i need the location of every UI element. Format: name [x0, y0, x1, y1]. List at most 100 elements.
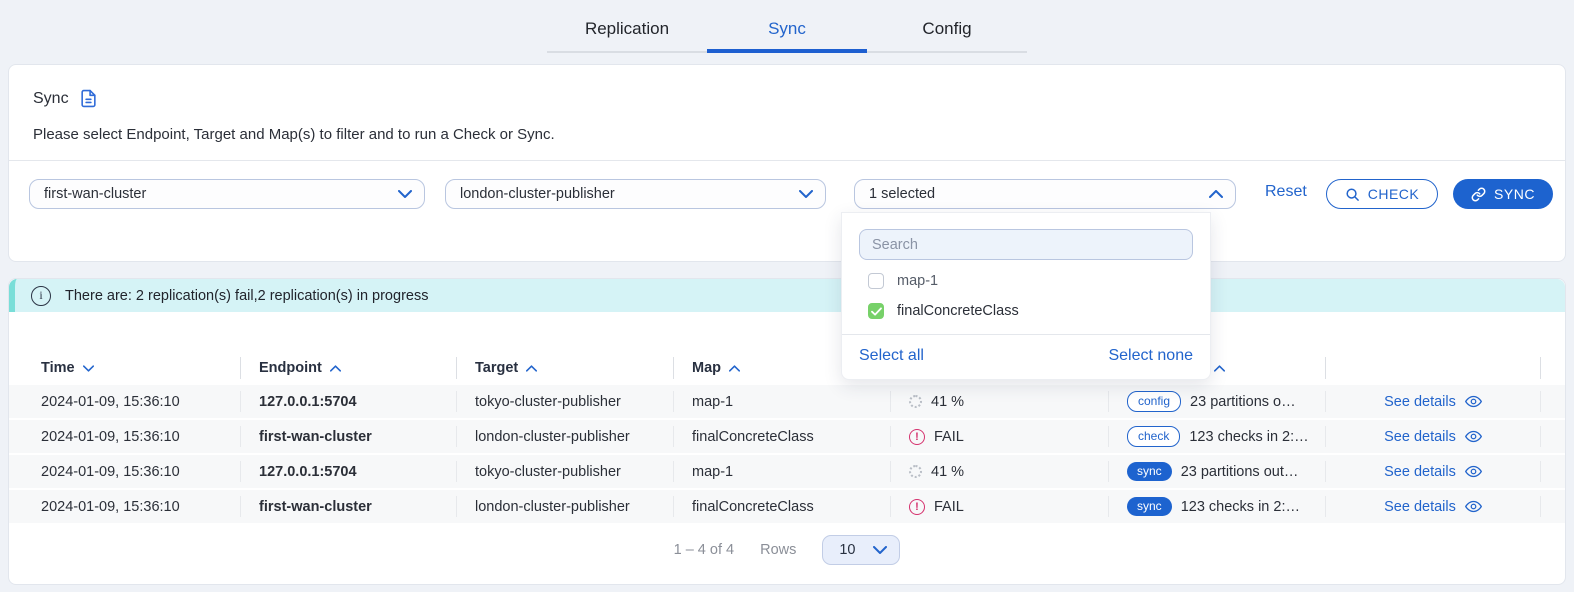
link-icon: [1471, 187, 1486, 202]
progress-text: 23 partitions o…: [1190, 394, 1296, 410]
info-icon: i: [31, 286, 51, 306]
select-all-button[interactable]: Select all: [859, 347, 924, 365]
see-details-link[interactable]: See details: [1326, 426, 1541, 447]
cell-status: ! FAIL: [891, 496, 1109, 517]
cell-time: 2024-01-09, 15:36:10: [9, 426, 241, 447]
see-details-link[interactable]: See details: [1326, 461, 1541, 482]
eye-icon: [1465, 465, 1482, 478]
map-option-label: finalConcreteClass: [897, 303, 1019, 319]
search-input[interactable]: [859, 229, 1193, 260]
select-none-button[interactable]: Select none: [1108, 347, 1193, 365]
endpoint-select-value: first-wan-cluster: [44, 186, 146, 202]
column-header-time[interactable]: Time: [9, 357, 241, 379]
rows-per-page-select[interactable]: 10: [822, 535, 900, 565]
target-select-value: london-cluster-publisher: [460, 186, 615, 202]
pagination: 1 – 4 of 4 Rows 10: [9, 535, 1565, 565]
chevron-down-icon: [799, 190, 813, 198]
eye-icon: [1465, 395, 1482, 408]
sync-filter-card: Sync Please select Endpoint, Target and …: [8, 64, 1566, 262]
pagination-range: 1 – 4 of 4: [674, 542, 734, 558]
table-row: 2024-01-09, 15:36:10 127.0.0.1:5704 toky…: [9, 455, 1565, 488]
map-select-value: 1 selected: [869, 186, 935, 202]
status-text: FAIL: [934, 499, 964, 515]
column-header-actions: [1326, 357, 1541, 379]
table-header-row: Time Endpoint Target Map: [9, 353, 1565, 383]
cell-endpoint: 127.0.0.1:5704: [241, 391, 457, 412]
endpoint-select[interactable]: first-wan-cluster: [29, 179, 425, 209]
spinner-icon: [909, 395, 922, 408]
cell-progress: sync 23 partitions out…: [1109, 461, 1326, 482]
map-option-map-1[interactable]: map-1: [842, 266, 1210, 296]
sort-asc-icon: [526, 365, 537, 372]
eye-icon: [1465, 500, 1482, 513]
cell-map: finalConcreteClass: [674, 496, 891, 517]
cell-spacer: [1541, 391, 1565, 412]
document-icon[interactable]: [79, 89, 98, 108]
filter-controls: first-wan-cluster london-cluster-publish…: [9, 179, 1565, 209]
tab-sync[interactable]: Sync: [707, 10, 867, 53]
chevron-down-icon: [398, 190, 412, 198]
sync-button[interactable]: SYNC: [1453, 179, 1553, 209]
map-dropdown-panel: map-1 finalConcreteClass Select all Sele…: [841, 212, 1211, 380]
checkbox-checked-icon[interactable]: [868, 303, 884, 319]
cell-target: london-cluster-publisher: [457, 496, 674, 517]
cell-progress: check 123 checks in 2:…: [1109, 426, 1326, 447]
table-row: 2024-01-09, 15:36:10 first-wan-cluster l…: [9, 420, 1565, 453]
cell-status: 41 %: [891, 391, 1109, 412]
table-row: 2024-01-09, 15:36:10 first-wan-cluster l…: [9, 490, 1565, 523]
chevron-down-icon: [873, 546, 887, 554]
cell-map: map-1: [674, 461, 891, 482]
status-text: 41 %: [931, 394, 964, 410]
cell-endpoint: first-wan-cluster: [241, 496, 457, 517]
cell-spacer: [1541, 426, 1565, 447]
cell-spacer: [1541, 496, 1565, 517]
table-row: 2024-01-09, 15:36:10 127.0.0.1:5704 toky…: [9, 385, 1565, 418]
progress-text: 23 partitions out…: [1181, 464, 1299, 480]
column-header-spacer: [1541, 357, 1565, 379]
column-header-label: Map: [692, 360, 721, 376]
tab-bar: Replication Sync Config: [0, 10, 1574, 53]
tab-replication[interactable]: Replication: [547, 10, 707, 53]
alert-icon: !: [909, 429, 925, 445]
cell-progress: sync 123 checks in 2:…: [1109, 496, 1326, 517]
see-details-link[interactable]: See details: [1326, 391, 1541, 412]
chevron-up-icon: [1209, 190, 1223, 198]
filter-description: Please select Endpoint, Target and Map(s…: [9, 108, 1565, 143]
column-header-endpoint[interactable]: Endpoint: [241, 357, 457, 379]
sync-button-label: SYNC: [1494, 186, 1535, 202]
status-badge: sync: [1127, 462, 1172, 481]
sort-asc-icon: [729, 365, 740, 372]
status-badge: check: [1127, 426, 1180, 447]
cell-target: london-cluster-publisher: [457, 426, 674, 447]
see-details-link[interactable]: See details: [1326, 496, 1541, 517]
status-badge: sync: [1127, 497, 1172, 516]
target-select[interactable]: london-cluster-publisher: [445, 179, 826, 209]
sort-asc-icon: [1214, 365, 1225, 372]
tab-config[interactable]: Config: [867, 10, 1027, 53]
column-header-label: Time: [41, 360, 75, 376]
cell-endpoint: 127.0.0.1:5704: [241, 461, 457, 482]
map-select[interactable]: 1 selected: [854, 179, 1236, 209]
progress-text: 123 checks in 2:…: [1189, 429, 1308, 445]
reset-button[interactable]: Reset: [1265, 183, 1307, 201]
check-button-label: CHECK: [1368, 186, 1420, 202]
page: Replication Sync Config Sync Please sele…: [0, 0, 1574, 592]
cell-progress: config 23 partitions o…: [1109, 391, 1326, 412]
progress-text: 123 checks in 2:…: [1181, 499, 1300, 515]
cell-target: tokyo-cluster-publisher: [457, 391, 674, 412]
sort-desc-icon: [83, 365, 94, 372]
checkbox-unchecked-icon[interactable]: [868, 273, 884, 289]
alert-icon: !: [909, 499, 925, 515]
page-title: Sync: [33, 90, 69, 108]
check-button[interactable]: CHECK: [1326, 179, 1438, 209]
map-option-finalconcreteclass[interactable]: finalConcreteClass: [842, 296, 1210, 326]
cell-time: 2024-01-09, 15:36:10: [9, 496, 241, 517]
replications-table-card: i There are: 2 replication(s) fail,2 rep…: [8, 278, 1566, 585]
eye-icon: [1465, 430, 1482, 443]
cell-target: tokyo-cluster-publisher: [457, 461, 674, 482]
column-header-target[interactable]: Target: [457, 357, 674, 379]
column-header-label: Target: [475, 360, 518, 376]
divider: [9, 160, 1565, 161]
status-badge: config: [1127, 391, 1181, 412]
info-banner: i There are: 2 replication(s) fail,2 rep…: [9, 279, 1565, 312]
